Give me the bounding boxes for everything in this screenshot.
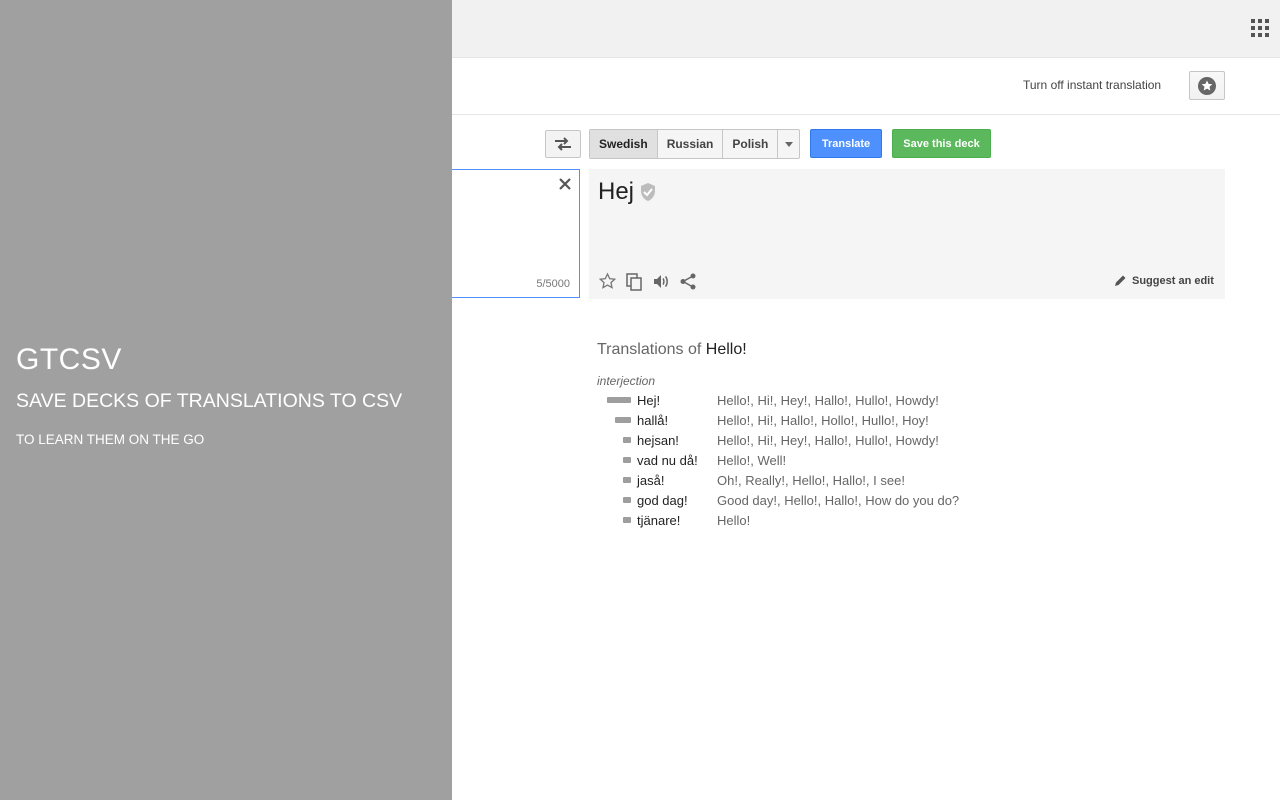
star-icon — [1198, 76, 1216, 95]
synonyms: Hello!, Hi!, Hey!, Hallo!, Hullo!, Howdy… — [717, 432, 939, 448]
phrasebook-button[interactable] — [1189, 71, 1225, 100]
synonym[interactable]: Hi! — [757, 413, 773, 428]
synonym[interactable]: Hello! — [784, 493, 817, 508]
synonym[interactable]: Hello! — [717, 393, 750, 408]
turn-off-instant-link[interactable]: Turn off instant translation — [1023, 78, 1161, 92]
frequency-bar — [597, 490, 637, 510]
synonyms: Hello!, Hi!, Hallo!, Hollo!, Hullo!, Hoy… — [717, 412, 929, 428]
synonym[interactable]: Howdy! — [896, 393, 939, 408]
synonym[interactable]: Hallo! — [815, 393, 848, 408]
synonym[interactable]: Hoy! — [902, 413, 929, 428]
share-icon[interactable] — [679, 272, 698, 291]
lang-polish[interactable]: Polish — [723, 130, 779, 158]
translation-word[interactable]: Hej! — [637, 393, 717, 408]
table-row: jaså! Oh!, Really!, Hello!, Hallo!, I see… — [597, 470, 959, 490]
part-of-speech: interjection — [597, 374, 656, 388]
synonyms: Good day!, Hello!, Hallo!, How do you do… — [717, 492, 960, 508]
synonym[interactable]: Hello! — [717, 513, 750, 528]
swap-arrows-icon — [555, 137, 571, 151]
copy-icon[interactable] — [625, 272, 644, 291]
translations-heading: Translations of Hello! — [597, 341, 747, 359]
table-row: hallå! Hello!, Hi!, Hallo!, Hollo!, Hullo… — [597, 410, 959, 430]
synonym[interactable]: Hollo! — [821, 413, 854, 428]
table-row: god dag! Good day!, Hello!, Hallo!, How d… — [597, 490, 959, 510]
synonym[interactable]: Good day! — [717, 493, 777, 508]
result-actions — [598, 272, 698, 291]
translation-word[interactable]: jaså! — [637, 473, 717, 488]
table-row: hejsan! Hello!, Hi!, Hey!, Hallo!, Hullo!… — [597, 430, 959, 450]
synonym[interactable]: Hi! — [757, 393, 773, 408]
lang-russian[interactable]: Russian — [658, 130, 724, 158]
suggest-edit-button[interactable]: Suggest an edit — [1114, 274, 1214, 287]
close-icon[interactable] — [557, 176, 573, 192]
synonym[interactable]: Hallo! — [815, 433, 848, 448]
synonym[interactable]: Oh! — [717, 473, 738, 488]
synonym[interactable]: Hallo! — [833, 473, 866, 488]
synonym[interactable]: Hello! — [792, 473, 825, 488]
synonym[interactable]: Well! — [757, 453, 786, 468]
synonyms: Hello!, Hi!, Hey!, Hallo!, Hullo!, Howdy… — [717, 392, 939, 408]
table-row: tjänare! Hello! — [597, 510, 959, 530]
translation-word[interactable]: hallå! — [637, 413, 717, 428]
table-row: Hej! Hello!, Hi!, Hey!, Hallo!, Hullo!, H… — [597, 390, 959, 410]
synonym[interactable]: Hello! — [717, 413, 750, 428]
frequency-bar — [597, 430, 637, 450]
synonym[interactable]: Really! — [745, 473, 785, 488]
more-languages-button[interactable] — [778, 130, 799, 158]
save-deck-button[interactable]: Save this deck — [892, 129, 991, 158]
chevron-down-icon — [784, 141, 793, 147]
synonym[interactable]: Hallo! — [781, 413, 814, 428]
frequency-bar — [597, 450, 637, 470]
translate-button[interactable]: Translate — [810, 129, 882, 158]
frequency-bar — [597, 390, 637, 410]
frequency-bar — [597, 410, 637, 430]
overlay-subtitle: SAVE DECKS OF TRANSLATIONS TO CSV — [16, 390, 403, 412]
translations-table: Hej! Hello!, Hi!, Hey!, Hallo!, Hullo!, H… — [597, 390, 959, 530]
verified-shield-icon — [639, 182, 657, 202]
char-count: 5/5000 — [536, 278, 570, 290]
apps-grid-icon[interactable] — [1251, 19, 1269, 37]
synonym[interactable]: Hallo! — [825, 493, 858, 508]
synonym[interactable]: Hi! — [757, 433, 773, 448]
synonym[interactable]: Hey! — [781, 433, 808, 448]
promo-overlay: GTCSV SAVE DECKS OF TRANSLATIONS TO CSV … — [0, 0, 452, 800]
translation-word[interactable]: tjänare! — [637, 513, 717, 528]
swap-languages-button[interactable] — [545, 130, 581, 158]
synonym[interactable]: Hullo! — [855, 433, 888, 448]
synonym[interactable]: How do you do? — [865, 493, 959, 508]
synonyms: Hello!, Well! — [717, 452, 787, 468]
speaker-icon[interactable] — [652, 272, 671, 291]
synonym[interactable]: Hello! — [717, 453, 750, 468]
synonym[interactable]: I see! — [873, 473, 905, 488]
translation-result: Hej — [598, 178, 635, 205]
synonym[interactable]: Howdy! — [896, 433, 939, 448]
overlay-tagline: TO LEARN THEM ON THE GO — [16, 432, 205, 447]
synonyms: Hello! — [717, 513, 750, 528]
overlay-title: GTCSV — [16, 343, 122, 376]
suggest-edit-label: Suggest an edit — [1132, 274, 1214, 287]
frequency-bar — [597, 510, 637, 530]
table-row: vad nu då! Hello!, Well! — [597, 450, 959, 470]
star-outline-icon[interactable] — [598, 272, 617, 291]
translations-heading-prefix: Translations of — [597, 341, 702, 358]
translations-query: Hello! — [705, 341, 747, 358]
synonym[interactable]: Hullo! — [862, 413, 895, 428]
pencil-icon — [1115, 275, 1126, 286]
synonym[interactable]: Hullo! — [855, 393, 888, 408]
frequency-bar — [597, 470, 637, 490]
synonym[interactable]: Hey! — [781, 393, 808, 408]
translation-word[interactable]: god dag! — [637, 493, 717, 508]
synonyms: Oh!, Really!, Hello!, Hallo!, I see! — [717, 472, 905, 488]
synonym[interactable]: Hello! — [717, 433, 750, 448]
translation-word[interactable]: vad nu då! — [637, 453, 717, 468]
translation-word[interactable]: hejsan! — [637, 433, 717, 448]
lang-swedish[interactable]: Swedish — [590, 130, 658, 158]
target-language-selector: Swedish Russian Polish — [589, 129, 801, 159]
